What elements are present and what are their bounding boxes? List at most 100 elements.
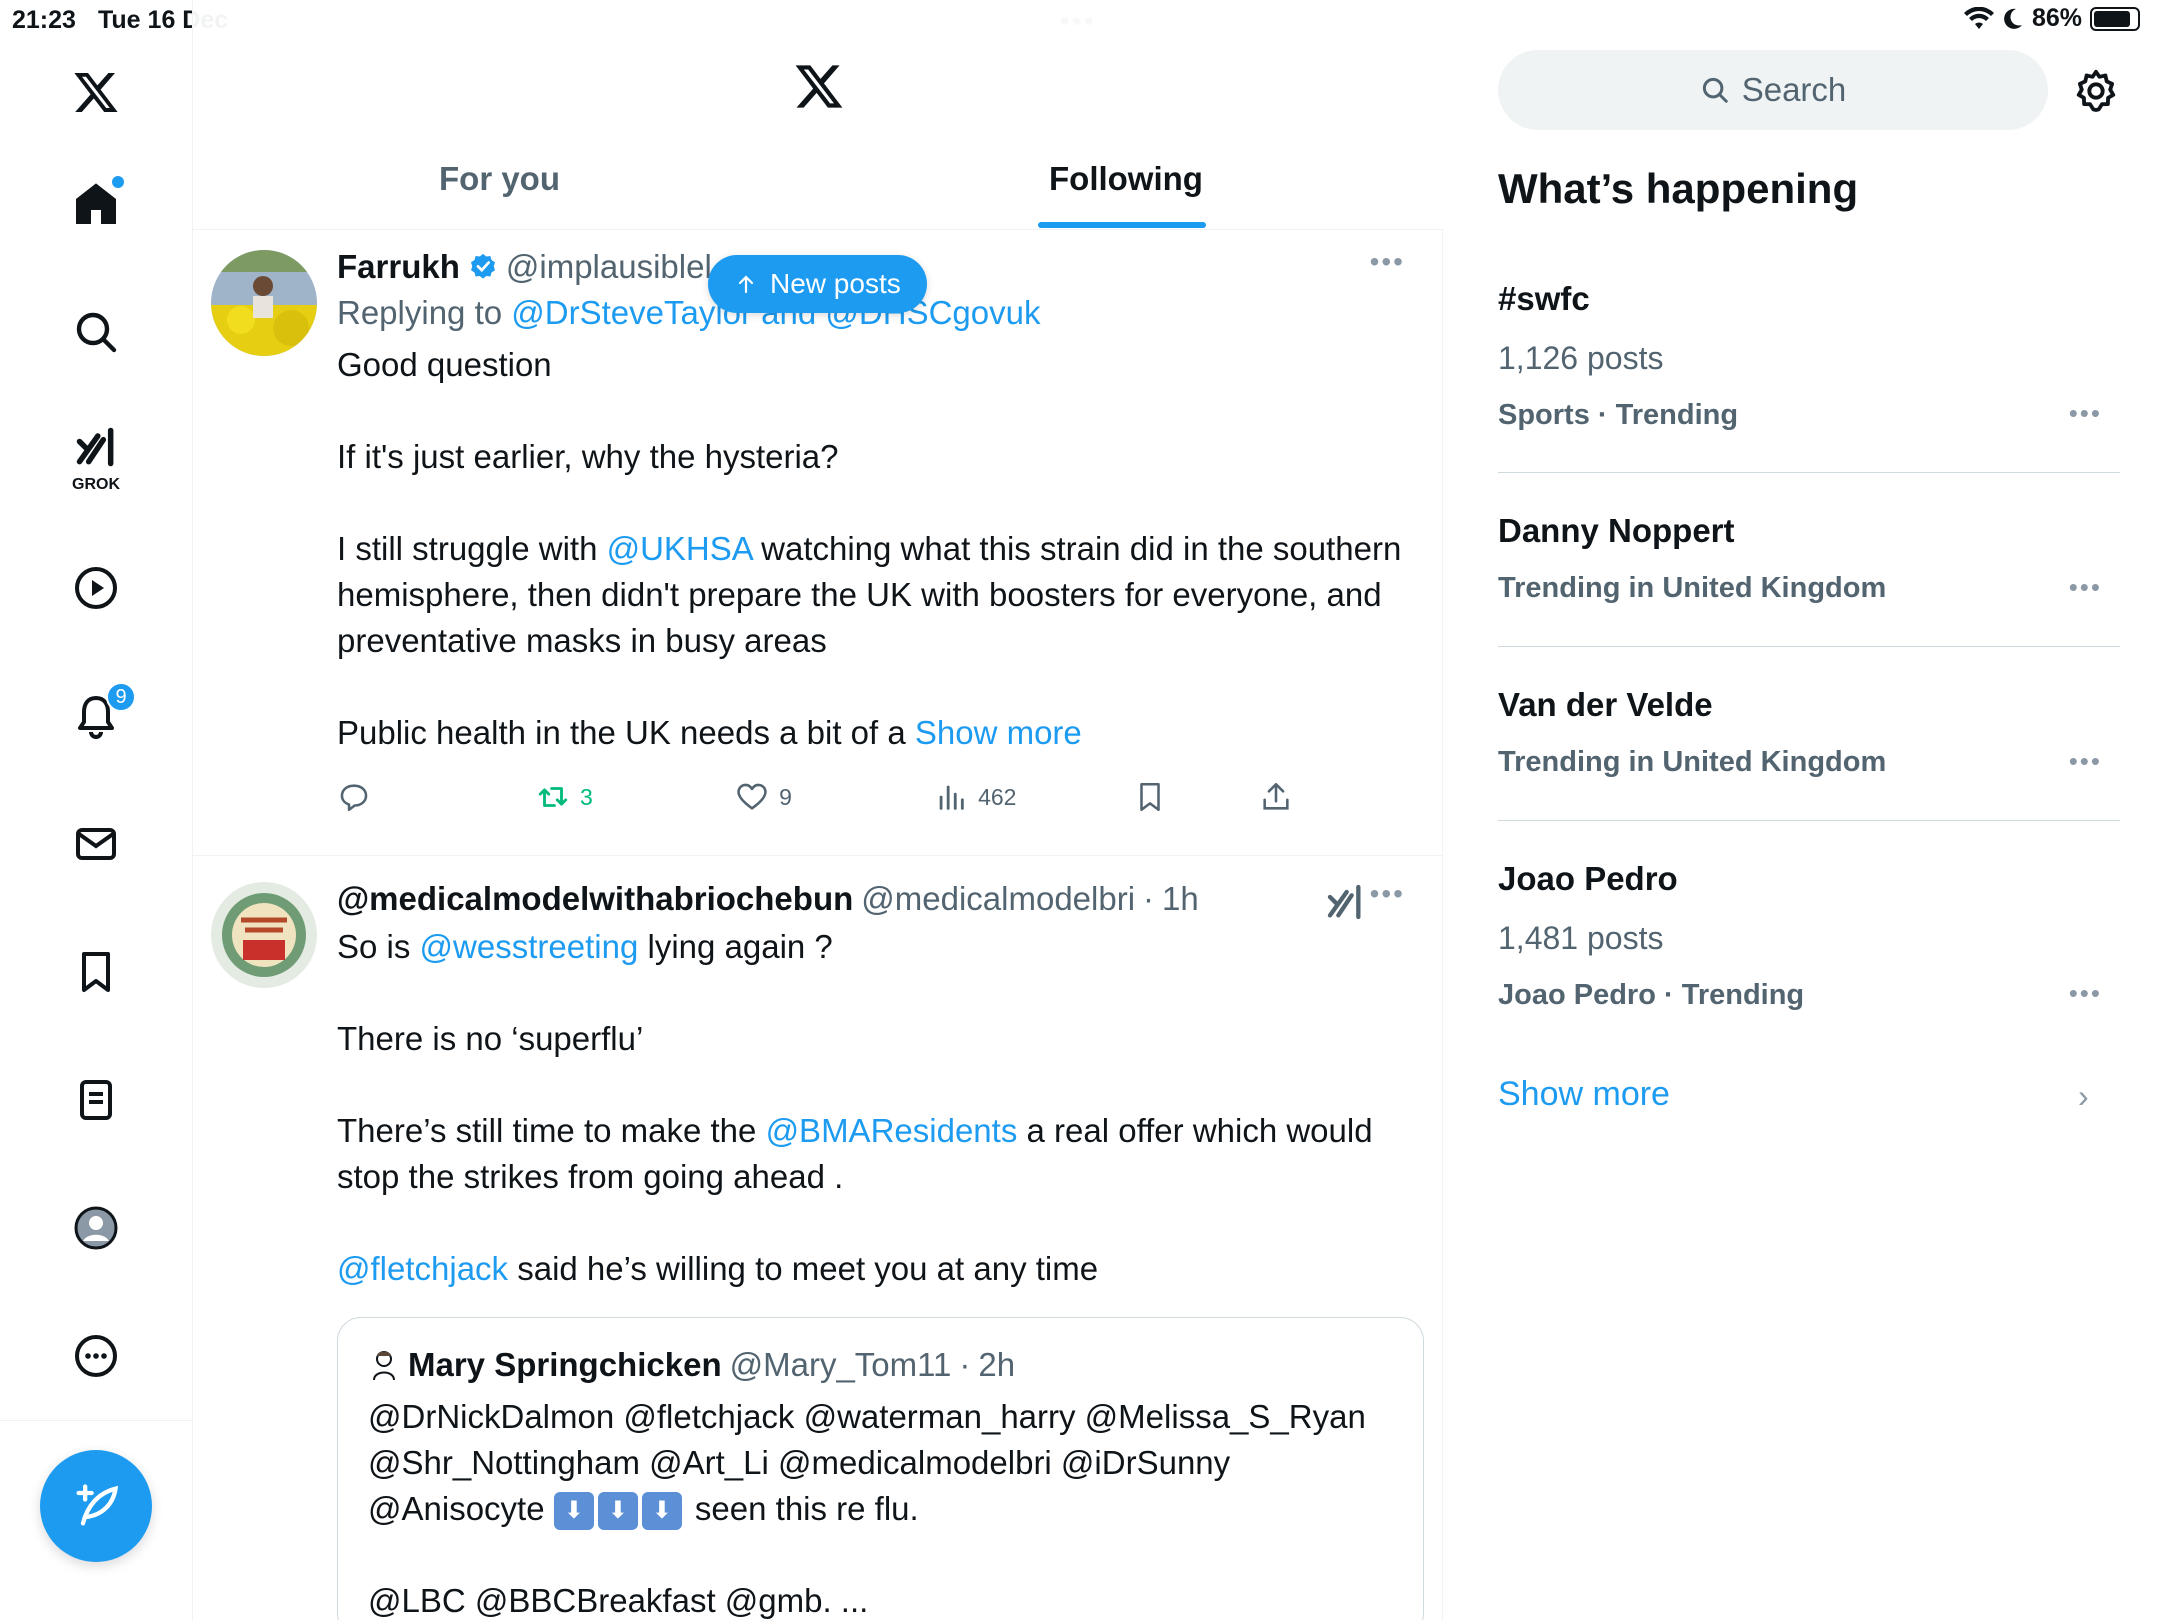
share-button[interactable] (1259, 780, 1337, 814)
trend-item[interactable]: #swfc 1,126 posts Sports · Trending ••• (1498, 280, 2120, 432)
author-name[interactable]: @medicalmodelwithabriochebun (337, 880, 853, 918)
grok-label: GROK (72, 476, 120, 493)
trend-post-count: 1,481 posts (1498, 920, 1664, 956)
envelope-icon (76, 828, 116, 860)
new-posts-label: New posts (770, 268, 901, 299)
down-arrow-emoji-icon: ⬇ (597, 1492, 638, 1531)
tweet-paragraph: So is @wesstreeting lying again ? (337, 924, 1425, 970)
trend-more-icon[interactable]: ••• (2069, 398, 2102, 429)
tweet-paragraph: Public health in the UK needs a bit of a… (337, 710, 1425, 756)
retweet-button[interactable]: 3 (536, 780, 735, 814)
tab-for-you[interactable]: For you (439, 160, 560, 198)
nav-notifications[interactable]: 9 (60, 680, 136, 752)
like-count: 9 (779, 783, 792, 810)
trend-more-icon[interactable]: ••• (2069, 572, 2102, 603)
timeline-header: For you Following (193, 0, 1443, 230)
quoted-tweet[interactable]: Mary Springchicken @Mary_Tom11 · 2h @DrN… (337, 1317, 1424, 1620)
tab-following[interactable]: Following (1049, 160, 1203, 198)
author-handle[interactable]: @medicalmodelbri (861, 880, 1135, 918)
text-segment: There’s still time to make the (337, 1112, 766, 1149)
avatar[interactable] (211, 882, 317, 988)
search-icon (1702, 77, 1728, 103)
mention-link[interactable]: @fletchjack (337, 1250, 508, 1287)
bookmark-icon (1140, 782, 1160, 812)
trend-divider (1498, 820, 2120, 821)
author-handle[interactable]: @implausiblel (506, 248, 712, 286)
home-icon (76, 183, 116, 224)
nav-videos[interactable] (60, 552, 132, 624)
trend-item[interactable]: Joao Pedro 1,481 posts Joao Pedro · Tren… (1498, 860, 2120, 1012)
quote-line: @Anisocyte ⬇ ⬇ ⬇ seen this re flu. (368, 1486, 1393, 1532)
quote-header: Mary Springchicken @Mary_Tom11 · 2h (368, 1346, 1393, 1384)
text-segment: said he’s willing to meet you at any tim… (508, 1250, 1099, 1287)
tweet-header: @medicalmodelwithabriochebun @medicalmod… (337, 880, 1425, 918)
whats-happening-title: What’s happening (1498, 165, 1859, 212)
chevron-right-icon: › (2078, 1078, 2089, 1114)
nav-lists[interactable] (60, 1064, 132, 1136)
show-more-trends-link[interactable]: Show more (1498, 1075, 1670, 1114)
tweet-time[interactable]: 1h (1162, 880, 1199, 918)
quote-line: @Shr_Nottingham @Art_Li @medicalmodelbri… (368, 1444, 1231, 1481)
bookmark-button[interactable] (1133, 780, 1259, 814)
show-more-link[interactable]: Show more (915, 714, 1082, 751)
nav-divider (0, 1420, 193, 1421)
nav-explore[interactable] (60, 296, 132, 368)
grok-icon (76, 427, 114, 467)
trend-more-icon[interactable]: ••• (2069, 746, 2102, 777)
tweet-more-icon[interactable]: ••• (1370, 878, 1405, 910)
grok-icon[interactable] (1325, 882, 1365, 922)
trend-more-icon[interactable]: ••• (2069, 978, 2102, 1009)
mention-link[interactable]: @wesstreeting (420, 928, 639, 965)
down-arrow-emoji-icon: ⬇ (641, 1492, 682, 1531)
views-button[interactable]: 462 (934, 780, 1133, 814)
quote-line: @DrNickDalmon @fletchjack @waterman_harr… (368, 1398, 1366, 1435)
search-input[interactable]: Search (1498, 50, 2048, 130)
reply-button[interactable] (337, 780, 536, 814)
search-placeholder: Search (1741, 71, 1847, 108)
tweet-paragraph: @fletchjack said he’s willing to meet yo… (337, 1246, 1425, 1292)
nav-home[interactable] (60, 168, 132, 240)
active-tab-indicator (1038, 222, 1206, 228)
mention-link[interactable]: @BMAResidents (766, 1112, 1018, 1149)
trend-category: Trending in United Kingdom (1498, 746, 1887, 778)
nav-bookmarks[interactable] (60, 936, 132, 1008)
separator-dot: · (1143, 880, 1155, 917)
text-segment: So is (337, 928, 420, 965)
new-posts-button[interactable]: New posts (708, 255, 927, 313)
tweet-text: Good question If it's just earlier, why … (337, 342, 1425, 756)
tweet-divider (193, 855, 1443, 856)
nav-profile[interactable] (60, 1192, 132, 1264)
tweet-paragraph: Good question (337, 346, 552, 383)
quote-avatar (373, 1351, 395, 1381)
search-icon (76, 312, 117, 353)
avatar[interactable] (211, 250, 317, 356)
verified-badge-icon (470, 253, 495, 279)
separator-dot: · (959, 1346, 971, 1383)
trend-category: Trending in United Kingdom (1498, 572, 1887, 604)
tweet-paragraph: I still struggle with @UKHSA watching wh… (337, 526, 1425, 664)
compose-button[interactable] (40, 1450, 152, 1562)
retweet-icon (538, 787, 568, 807)
gear-icon[interactable] (2073, 68, 2119, 114)
author-name[interactable]: Farrukh (337, 248, 460, 286)
like-button[interactable]: 9 (735, 780, 934, 814)
text-segment: lying again ? (638, 928, 833, 965)
nav-grok[interactable]: GROK (60, 418, 132, 493)
mention-link[interactable]: @UKHSA (607, 530, 752, 567)
nav-messages[interactable] (60, 808, 132, 880)
x-logo-icon[interactable] (60, 56, 132, 128)
nav-more[interactable] (60, 1320, 132, 1392)
quote-author-name[interactable]: Mary Springchicken (408, 1346, 722, 1384)
trend-post-count: 1,126 posts (1498, 340, 1664, 376)
tweet-more-icon[interactable]: ••• (1370, 246, 1405, 278)
profile-avatar-icon (74, 1206, 118, 1250)
trend-category: Joao Pedro · Trending (1498, 979, 1805, 1011)
trend-item[interactable]: Van der Velde Trending in United Kingdom… (1498, 686, 2120, 779)
trend-name: Joao Pedro (1498, 860, 1678, 897)
trend-item[interactable]: Danny Noppert Trending in United Kingdom… (1498, 512, 2120, 605)
quote-author-handle[interactable]: @Mary_Tom11 (730, 1346, 952, 1384)
bookmark-icon (82, 952, 110, 992)
timeline: For you Following New posts Farrukh @imp… (193, 0, 1443, 1620)
x-logo-icon[interactable] (793, 60, 845, 112)
left-navigation: GROK 9 (0, 0, 193, 1620)
